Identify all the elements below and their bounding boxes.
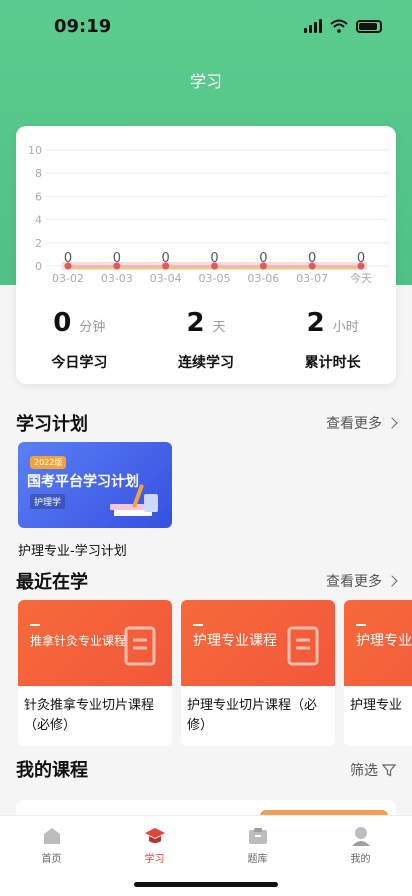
y-tick-label: 4 [35, 214, 42, 227]
graduation-cap-icon [144, 828, 165, 843]
tab-label: 学习 [144, 854, 165, 865]
data-label: 0 [308, 251, 316, 266]
plan-card[interactable]: 2022版 国考平台学习计划 护理学 [18, 442, 172, 528]
x-tick-label: 03-06 [247, 272, 279, 285]
plan-section-header: 学习计划 查看更多 [16, 410, 398, 435]
my-courses-header: 我的课程 [16, 756, 396, 781]
page-title: 学习 [189, 72, 222, 91]
plan-card-tag: 护理学 [30, 494, 66, 509]
see-more-label: 查看更多 [326, 574, 382, 590]
profile-icon [351, 827, 370, 846]
x-tick-label: 03-07 [296, 272, 328, 285]
stat-unit: 小时 [332, 320, 359, 335]
course-cover-title: 护理专业课程 [356, 633, 412, 649]
battery-icon [356, 19, 382, 33]
recent-course-card[interactable]: 护理专业课程 护理专业 [344, 600, 412, 746]
tab-label: 题库 [247, 854, 268, 865]
status-icons [304, 19, 382, 33]
y-tick-label: 8 [35, 167, 42, 180]
question-bank-icon [248, 828, 267, 844]
tab-home[interactable]: 首页 [0, 816, 103, 896]
stat-value: 2 [306, 308, 325, 338]
data-label: 0 [210, 251, 218, 266]
stat-total: 2 小时 累计时长 [269, 308, 396, 372]
wifi-icon [330, 19, 348, 33]
tab-label: 首页 [41, 854, 62, 865]
see-more-label: 查看更多 [326, 416, 382, 432]
x-tick-label: 03-05 [199, 272, 231, 285]
y-tick-label: 0 [35, 260, 42, 273]
course-title: 针灸推拿专业切片课程（必修） [24, 698, 155, 733]
course-cover-title: 护理专业课程 [193, 633, 277, 649]
stat-value: 0 [53, 308, 72, 338]
x-tick-label: 03-03 [101, 272, 133, 285]
status-time: 09:19 [54, 16, 112, 37]
tab-profile[interactable]: 我的 [309, 816, 412, 896]
recent-course-card[interactable]: 护理专业课程 护理专业切片课程（必修） [181, 600, 335, 746]
chevron-right-icon [386, 575, 398, 587]
recent-see-more-link[interactable]: 查看更多 [326, 571, 398, 591]
tab-label: 我的 [350, 854, 371, 865]
y-tick-label: 10 [28, 144, 42, 157]
course-cover: 护理专业课程 [181, 600, 335, 686]
y-tick-label: 6 [35, 190, 42, 203]
stat-unit: 天 [212, 320, 226, 335]
study-time-chart: 0 2 4 6 8 10 0 03-02 0 03-03 0 03-04 0 03-05 0 03-06 0 03… [28, 144, 388, 285]
data-label: 0 [113, 251, 121, 266]
x-tick-label: 03-04 [150, 272, 182, 285]
stat-streak: 2天 连续学习 [143, 308, 270, 372]
x-tick-label: 03-02 [52, 272, 84, 285]
data-label: 0 [64, 251, 72, 266]
plan-caption: 护理专业-学习计划 [18, 544, 127, 559]
data-label: 0 [259, 251, 267, 266]
home-icon [43, 828, 60, 844]
stat-value: 2 [186, 308, 205, 338]
section-title: 最近在学 [16, 572, 88, 593]
x-tick-label: 今天 [350, 271, 372, 285]
course-cover-title: 推拿针灸专业课程 [30, 634, 127, 648]
section-title: 我的课程 [16, 760, 88, 781]
section-title: 学习计划 [16, 414, 88, 435]
cover-dash [30, 624, 40, 626]
cover-dash [193, 624, 203, 626]
plan-year-badge: 2022版 [30, 456, 67, 469]
filter-button[interactable]: 筛选 [350, 760, 396, 780]
stat-label: 累计时长 [304, 355, 361, 371]
stats-row: 0 分钟 今日学习 2天 连续学习 2 小时 累计时长 [16, 308, 396, 372]
course-title: 护理专业 [350, 698, 403, 713]
home-indicator [134, 882, 278, 887]
cover-dash [356, 624, 366, 626]
study-stats-card: 0 2 4 6 8 10 0 03-02 0 03-03 0 03-04 0 03-05 0 03-06 0 03… [16, 126, 396, 384]
course-cover: 护理专业课程 [344, 600, 412, 686]
data-label: 0 [162, 251, 170, 266]
course-title: 护理专业切片课程（必修） [187, 698, 318, 733]
stat-label: 连续学习 [178, 355, 234, 371]
stat-unit: 分钟 [79, 320, 106, 335]
stat-today: 0 分钟 今日学习 [16, 308, 143, 372]
status-bar: 09:19 [0, 0, 412, 56]
course-cover: 推拿针灸专业课程 [18, 600, 172, 686]
recent-courses-carousel[interactable]: 推拿针灸专业课程 针灸推拿专业切片课程（必修） 护理专业课程 护理专业切片课程（… [18, 600, 412, 746]
filter-label: 筛选 [350, 763, 378, 779]
stat-label: 今日学习 [51, 355, 108, 371]
data-label: 0 [357, 251, 365, 266]
recent-course-card[interactable]: 推拿针灸专业课程 针灸推拿专业切片课程（必修） [18, 600, 172, 746]
cellular-signal-icon [304, 19, 322, 33]
funnel-icon [382, 764, 396, 777]
clipboard-icon [287, 626, 319, 666]
y-tick-label: 2 [35, 237, 42, 250]
chevron-right-icon [386, 417, 398, 429]
clipboard-icon [124, 626, 156, 666]
plan-see-more-link[interactable]: 查看更多 [326, 413, 398, 433]
recent-section-header: 最近在学 查看更多 [16, 568, 398, 593]
books-pen-illustration [110, 484, 158, 516]
